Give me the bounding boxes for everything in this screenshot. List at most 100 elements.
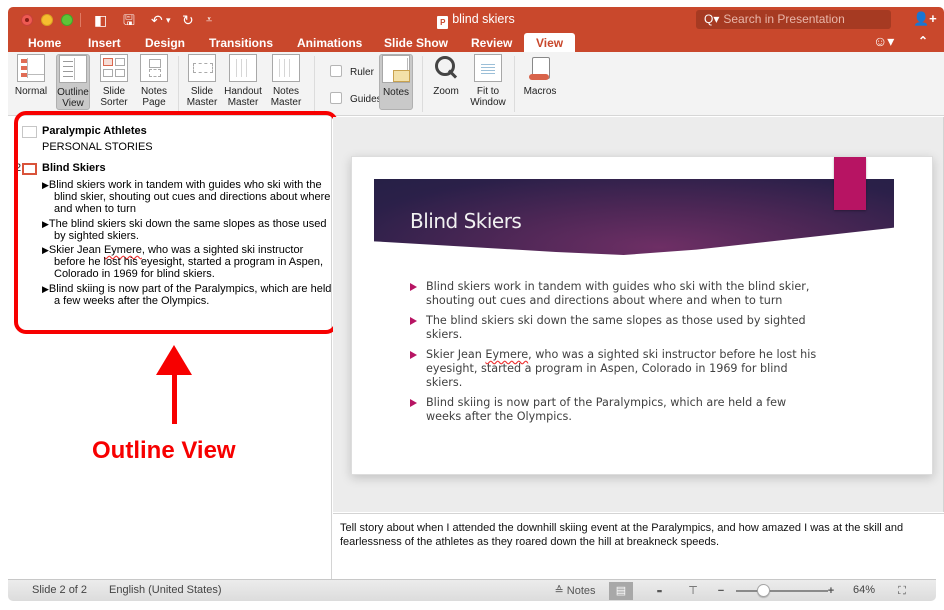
macros-label: Macros	[523, 86, 557, 97]
normal-view-status-button[interactable]: ▤	[609, 582, 633, 600]
outline-bullet-text: The blind skiers ski down the same slope…	[48, 217, 327, 242]
collapse-ribbon-icon[interactable]: ⌃	[918, 34, 928, 48]
bullet-triangle-icon: ▶	[42, 245, 49, 256]
outline-view-button[interactable]: Outline View	[56, 54, 90, 110]
notes-master-button[interactable]: Notes Master	[268, 54, 304, 108]
slide-sorter-button[interactable]: Slide Sorter	[96, 54, 132, 108]
zoom-slider-thumb[interactable]	[756, 584, 770, 597]
ribbon-view: Normal Outline View Slide Sorter Notes P…	[8, 52, 944, 116]
misspelled-word[interactable]: Eymere	[485, 348, 528, 361]
zoom-out-button[interactable]: −	[714, 582, 728, 600]
normal-view-button[interactable]: Normal	[12, 54, 50, 108]
slide-sorter-status-button[interactable]: ▪▪	[647, 582, 671, 600]
title-bar: ◧ 🖫 ↶ ▾ ↻ ⩡ Pblind skiers Q▾ Search in Pr…	[8, 7, 944, 33]
slide-canvas[interactable]: Blind Skiers Blind skiers work in tandem…	[351, 156, 933, 475]
slide-thumbnail-icon[interactable]	[22, 163, 37, 175]
guides-checkbox[interactable]: Guides	[330, 92, 382, 105]
outline-bullet[interactable]: ▶Skier Jean Eymere, who was a sighted sk…	[42, 244, 332, 281]
document-title-text: blind skiers	[452, 12, 515, 26]
speaker-notes-text[interactable]: Tell story about when I attended the dow…	[340, 521, 935, 549]
search-icon: Q▾	[704, 12, 720, 26]
slide-sorter-label: Slide Sorter	[100, 86, 128, 108]
tab-view[interactable]: View	[524, 33, 576, 52]
ruler-label: Ruler	[350, 67, 374, 78]
outline-slide-number: 2	[15, 162, 22, 174]
tab-insert[interactable]: Insert	[88, 35, 121, 51]
zoom-button[interactable]: Zoom	[428, 54, 464, 108]
tab-transitions[interactable]: Transitions	[209, 35, 273, 51]
normal-view-label: Normal	[14, 86, 48, 97]
outline-slide-title[interactable]: Paralympic Athletes	[42, 125, 147, 137]
outline-bullet-text: Skier Jean	[48, 244, 104, 257]
zoom-level[interactable]: 64%	[853, 584, 875, 596]
slide-master-button[interactable]: Slide Master	[184, 54, 220, 108]
notes-toggle-label: Notes	[382, 87, 410, 98]
zoom-label: Zoom	[433, 86, 459, 97]
slide-bullet[interactable]: Skier Jean Eymere, who was a sighted ski…	[408, 348, 818, 390]
slide-thumbnail-icon[interactable]	[22, 126, 37, 138]
macros-button[interactable]: Macros	[520, 54, 560, 108]
tab-design[interactable]: Design	[145, 35, 185, 51]
notes-master-icon	[272, 54, 300, 82]
slide-bullet-text: Skier Jean	[426, 348, 486, 361]
ribbon-separator	[422, 56, 423, 112]
slide-master-label: Slide Master	[186, 86, 218, 108]
accent-tab	[834, 157, 866, 210]
outline-bullet[interactable]: ▶Blind skiers work in tandem with guides…	[42, 179, 332, 216]
notes-page-button[interactable]: Notes Page	[136, 54, 172, 108]
outline-bullet-list[interactable]: ▶Blind skiers work in tandem with guides…	[42, 179, 332, 309]
search-input[interactable]: Q▾ Search in Presentation	[696, 10, 891, 29]
ribbon-tab-bar: Home Insert Design Transitions Animation…	[8, 33, 944, 52]
notes-view-icon	[382, 55, 410, 83]
notes-pane[interactable]: Tell story about when I attended the dow…	[333, 513, 944, 579]
slide-bullet-list[interactable]: Blind skiers work in tandem with guides …	[408, 280, 818, 430]
guides-label: Guides	[350, 94, 382, 105]
slide-bullet[interactable]: Blind skiing is now part of the Paralymp…	[408, 396, 818, 424]
slide-indicator: Slide 2 of 2	[32, 584, 88, 596]
tab-slide-show[interactable]: Slide Show	[384, 35, 448, 51]
magnifier-icon	[432, 54, 460, 82]
slide-show-status-button[interactable]: ⊤	[681, 582, 705, 600]
bullet-triangle-icon: ▶	[42, 218, 49, 229]
normal-view-icon	[17, 54, 45, 82]
outline-view-icon	[59, 55, 87, 83]
handout-master-button[interactable]: Handout Master	[222, 54, 264, 108]
tab-animations[interactable]: Animations	[297, 35, 362, 51]
bullet-triangle-icon: ▶	[42, 283, 49, 294]
ribbon-separator	[314, 56, 315, 112]
slide-bullet[interactable]: Blind skiers work in tandem with guides …	[408, 280, 818, 308]
outline-bullet[interactable]: ▶The blind skiers ski down the same slop…	[42, 218, 332, 242]
guides-checkbox-box[interactable]	[330, 92, 342, 104]
ruler-checkbox-box[interactable]	[330, 65, 342, 77]
slide-bullet[interactable]: The blind skiers ski down the same slope…	[408, 314, 818, 342]
outline-bullet[interactable]: ▶Blind skiing is now part of the Paralym…	[42, 283, 332, 307]
status-bar: Slide 2 of 2 English (United States) ≙ N…	[8, 579, 936, 601]
fit-to-window-icon	[474, 54, 502, 82]
notes-page-icon	[140, 54, 168, 82]
outline-bullet-text: Blind skiing is now part of the Paralymp…	[48, 282, 332, 307]
notes-master-label: Notes Master	[270, 86, 302, 108]
slide-master-icon	[188, 54, 216, 82]
notes-toggle-status-button[interactable]: ≙ Notes	[550, 582, 600, 600]
share-icon[interactable]: 👤+	[913, 11, 937, 27]
bullet-triangle-icon: ▶	[42, 180, 49, 190]
ribbon-separator	[514, 56, 515, 112]
ruler-checkbox[interactable]: Ruler	[330, 65, 374, 78]
zoom-in-button[interactable]: +	[824, 582, 838, 600]
notes-page-label: Notes Page	[140, 86, 168, 108]
notes-toggle-button[interactable]: Notes	[379, 54, 413, 110]
fit-slide-to-window-icon[interactable]: ⛶	[894, 582, 910, 600]
outline-slide-title[interactable]: Blind Skiers	[42, 162, 106, 174]
fit-to-window-button[interactable]: Fit to Window	[468, 54, 508, 108]
annotation-label: Outline View	[92, 437, 236, 464]
tab-review[interactable]: Review	[471, 35, 512, 51]
annotation-arrow-shaft	[172, 368, 177, 424]
outline-slide-subtitle[interactable]: PERSONAL STORIES	[42, 141, 153, 153]
tab-home[interactable]: Home	[28, 35, 61, 51]
zoom-slider-track[interactable]	[736, 590, 828, 592]
slide-title[interactable]: Blind Skiers	[410, 209, 522, 233]
language-indicator[interactable]: English (United States)	[109, 584, 222, 596]
misspelled-word[interactable]: Eymere	[104, 244, 142, 256]
outline-bullet-text: Blind skiers work in tandem with guides …	[48, 179, 331, 216]
feedback-smiley-icon[interactable]: ☺▾	[873, 33, 894, 50]
